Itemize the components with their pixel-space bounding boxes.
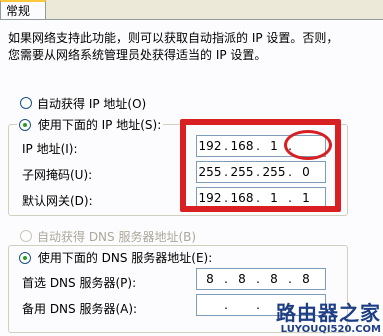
manual-dns-label[interactable]: 使用下面的 DNS 服务器地址(E):	[38, 251, 212, 265]
red-highlight-circle	[284, 130, 332, 160]
manual-ip-legend: 使用下面的 IP 地址(S):	[17, 116, 164, 133]
auto-ip-radio[interactable]	[20, 97, 32, 109]
manual-ip-radio[interactable]	[19, 119, 31, 131]
preferred-dns-input[interactable]: 8. 8. 8. 8	[196, 268, 326, 290]
watermark: 路由器之家 LUYOUQI520.COM	[276, 302, 381, 336]
ip-address-label: IP 地址(I):	[22, 142, 78, 156]
pdns-octet-3[interactable]: 8	[261, 272, 287, 286]
manual-dns-legend: 使用下面的 DNS 服务器地址(E):	[17, 249, 215, 266]
tab-general-label: 常规	[6, 4, 31, 18]
auto-dns-label: 自动获得 DNS 服务器地址(B)	[37, 230, 197, 244]
subnet-mask-label: 子网掩码(U):	[22, 168, 93, 182]
auto-ip-label[interactable]: 自动获得 IP 地址(O)	[37, 95, 146, 112]
manual-ip-label[interactable]: 使用下面的 IP 地址(S):	[38, 118, 161, 132]
pdns-octet-4[interactable]: 8	[293, 272, 319, 286]
pdns-octet-1[interactable]: 8	[197, 272, 223, 286]
preferred-dns-label: 首选 DNS 服务器(P):	[22, 276, 137, 290]
description-text: 如果网络支持此功能，则可以获取自动指派的 IP 设置。否则， 您需要从网络系统管…	[8, 31, 339, 62]
alternate-dns-label: 备用 DNS 服务器(A):	[22, 302, 138, 316]
watermark-url: LUYOUQI520.COM	[280, 324, 381, 335]
watermark-title: 路由器之家	[276, 301, 381, 325]
default-gateway-label: 默认网关(D):	[22, 194, 93, 208]
pdns-octet-2[interactable]: 8	[229, 272, 255, 286]
manual-dns-radio[interactable]	[19, 252, 31, 264]
auto-dns-radio[interactable]	[20, 230, 32, 242]
tab-general[interactable]: 常规	[0, 0, 46, 20]
